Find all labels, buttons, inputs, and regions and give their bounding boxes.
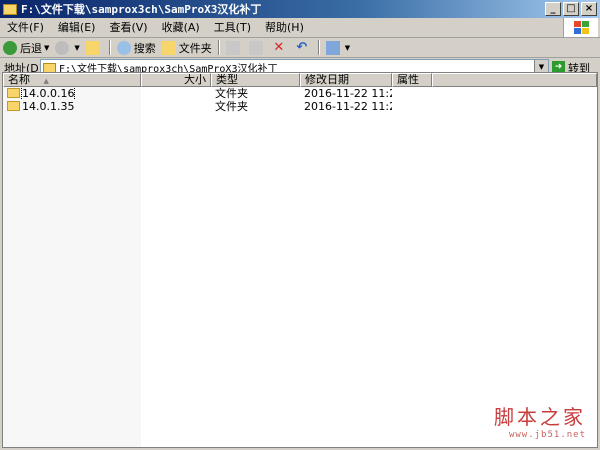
views-button[interactable]: ▼ bbox=[323, 39, 353, 56]
toolbar-divider bbox=[317, 40, 320, 55]
folder-icon bbox=[161, 40, 176, 55]
file-modified-cell: 2016-11-22 11:21 bbox=[304, 87, 392, 100]
table-row[interactable]: 14.0.1.35 文件夹 2016-11-22 11:21 bbox=[3, 100, 597, 113]
menu-file[interactable]: 文件(F) bbox=[0, 19, 51, 36]
table-row[interactable]: 14.0.0.16 文件夹 2016-11-22 11:21 bbox=[3, 87, 597, 100]
toolbar: 后退 ▼ ▼ 搜索 文件夹 ✕ ↶ ▼ bbox=[0, 38, 600, 58]
column-header-modified[interactable]: 修改日期 bbox=[300, 73, 392, 87]
file-list[interactable]: 名称 ▲ 大小 类型 修改日期 属性 14.0.0.16 文件夹 2016-11… bbox=[2, 72, 598, 448]
windows-logo-icon bbox=[563, 18, 598, 37]
column-header-type[interactable]: 类型 bbox=[211, 73, 300, 87]
delete-x-icon: ✕ bbox=[273, 39, 285, 55]
column-header-size[interactable]: 大小 bbox=[141, 73, 211, 87]
menu-edit[interactable]: 编辑(E) bbox=[51, 19, 103, 36]
search-button[interactable]: 搜索 bbox=[114, 39, 159, 56]
copy-to-icon bbox=[248, 40, 263, 55]
watermark-title: 脚本之家 bbox=[494, 405, 586, 429]
copy-to-button[interactable] bbox=[246, 39, 269, 56]
folder-icon bbox=[3, 3, 17, 15]
forward-arrow-icon bbox=[55, 40, 70, 55]
title-bar[interactable]: F:\文件下载\samprox3ch\SamProX3汉化补丁 _ □ × bbox=[0, 0, 600, 18]
up-folder-icon bbox=[85, 40, 100, 55]
menu-bar: 文件(F) 编辑(E) 查看(V) 收藏(A) 工具(T) 帮助(H) bbox=[0, 18, 600, 38]
file-modified-cell: 2016-11-22 11:21 bbox=[304, 100, 392, 113]
file-size-cell bbox=[141, 100, 211, 113]
file-size-cell bbox=[141, 87, 211, 100]
file-type-cell: 文件夹 bbox=[215, 87, 248, 100]
folder-icon bbox=[7, 88, 20, 98]
forward-button[interactable]: ▼ bbox=[52, 39, 82, 56]
views-grid-icon bbox=[325, 40, 340, 55]
file-type-cell: 文件夹 bbox=[215, 100, 248, 113]
column-header-attributes[interactable]: 属性 bbox=[392, 73, 432, 87]
explorer-window: F:\文件下载\samprox3ch\SamProX3汉化补丁 _ □ × 文件… bbox=[0, 0, 600, 450]
window-title: F:\文件下载\samprox3ch\SamProX3汉化补丁 bbox=[21, 3, 262, 16]
chevron-down-icon[interactable]: ▼ bbox=[74, 44, 79, 52]
undo-icon: ↶ bbox=[296, 39, 308, 55]
toolbar-divider bbox=[217, 40, 220, 55]
maximize-button[interactable]: □ bbox=[563, 2, 579, 16]
minimize-button[interactable]: _ bbox=[545, 2, 561, 16]
chevron-down-icon[interactable]: ▼ bbox=[44, 44, 49, 52]
folder-icon bbox=[7, 101, 20, 111]
column-header-filler bbox=[432, 73, 597, 87]
folders-label: 文件夹 bbox=[178, 41, 212, 55]
close-button[interactable]: × bbox=[581, 2, 597, 16]
file-attributes-cell bbox=[392, 87, 432, 100]
folder-icon bbox=[43, 62, 56, 73]
column-header-name[interactable]: 名称 ▲ bbox=[3, 73, 141, 87]
folders-button[interactable]: 文件夹 bbox=[159, 39, 215, 56]
file-attributes-cell bbox=[392, 100, 432, 113]
toolbar-divider bbox=[108, 40, 111, 55]
chevron-down-icon[interactable]: ▼ bbox=[345, 44, 350, 52]
search-icon bbox=[116, 40, 131, 55]
file-name: 14.0.0.16 bbox=[20, 87, 76, 100]
menu-help[interactable]: 帮助(H) bbox=[258, 19, 311, 36]
watermark-url: www.jb51.net bbox=[508, 430, 586, 440]
up-folder-button[interactable] bbox=[83, 39, 106, 56]
name-column-shade bbox=[3, 113, 141, 447]
watermark: 脚本之家 www.jb51.net bbox=[494, 401, 586, 440]
delete-button[interactable]: ✕ bbox=[269, 39, 292, 56]
menu-favorites[interactable]: 收藏(A) bbox=[155, 19, 207, 36]
move-to-icon bbox=[225, 40, 240, 55]
menu-tools[interactable]: 工具(T) bbox=[207, 19, 258, 36]
back-label: 后退 bbox=[20, 41, 42, 55]
back-arrow-icon bbox=[3, 40, 17, 55]
column-header-row: 名称 ▲ 大小 类型 修改日期 属性 bbox=[3, 73, 597, 87]
undo-button[interactable]: ↶ bbox=[292, 39, 315, 56]
file-name: 14.0.1.35 bbox=[22, 100, 75, 113]
menu-view[interactable]: 查看(V) bbox=[102, 19, 154, 36]
sort-arrow-icon: ▲ bbox=[43, 77, 49, 85]
search-label: 搜索 bbox=[133, 41, 156, 55]
move-to-button[interactable] bbox=[223, 39, 246, 56]
back-button[interactable]: 后退 ▼ bbox=[0, 39, 52, 56]
file-name-cell[interactable]: 14.0.1.35 bbox=[3, 100, 141, 113]
file-name-cell[interactable]: 14.0.0.16 bbox=[3, 87, 141, 100]
